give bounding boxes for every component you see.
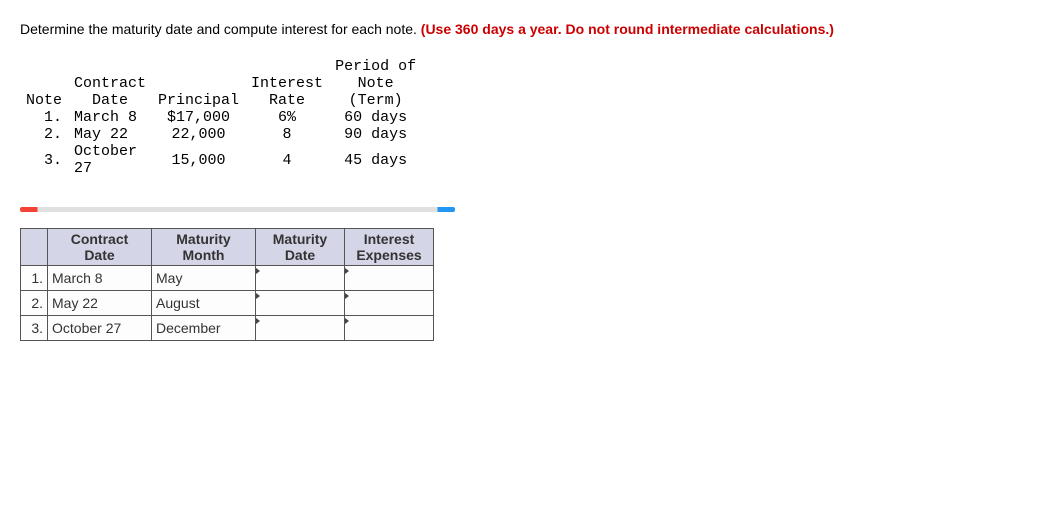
header-interest-rate: InterestRate: [245, 58, 329, 109]
answer-row: 1. March 8 May: [21, 266, 434, 291]
principal-cell: $17,000: [152, 109, 245, 126]
header-term: Period ofNote(Term): [329, 58, 422, 109]
contract-date-cell: October 27: [48, 316, 152, 341]
note-number: 3.: [20, 143, 68, 177]
interest-expense-input[interactable]: [345, 316, 434, 341]
given-data-table: Note ContractDate Principal InterestRate…: [20, 58, 422, 177]
rate-cell: 6%: [245, 109, 329, 126]
principal-cell: 15,000: [152, 143, 245, 177]
maturity-date-input[interactable]: [256, 266, 345, 291]
given-row: 3. October27 15,000 4 45 days: [20, 143, 422, 177]
maturity-month-cell[interactable]: December: [152, 316, 256, 341]
header-contract-date: ContractDate: [48, 229, 152, 266]
maturity-month-cell[interactable]: August: [152, 291, 256, 316]
instruction-hint: (Use 360 days a year. Do not round inter…: [421, 21, 834, 37]
contract-date-cell: May 22: [68, 126, 152, 143]
term-cell: 45 days: [329, 143, 422, 177]
contract-date-cell: October27: [68, 143, 152, 177]
header-maturity-month: MaturityMonth: [152, 229, 256, 266]
contract-date-cell: March 8: [68, 109, 152, 126]
rate-cell: 4: [245, 143, 329, 177]
row-number: 3.: [21, 316, 48, 341]
header-note: Note: [20, 58, 68, 109]
row-number: 1.: [21, 266, 48, 291]
note-number: 1.: [20, 109, 68, 126]
row-number: 2.: [21, 291, 48, 316]
instruction-main: Determine the maturity date and compute …: [20, 21, 421, 37]
maturity-month-cell[interactable]: May: [152, 266, 256, 291]
interest-expense-input[interactable]: [345, 266, 434, 291]
answer-row: 2. May 22 August: [21, 291, 434, 316]
term-cell: 90 days: [329, 126, 422, 143]
header-blank: [21, 229, 48, 266]
header-interest-expenses: InterestExpenses: [345, 229, 434, 266]
answer-input-table: ContractDate MaturityMonth MaturityDate …: [20, 228, 434, 341]
horizontal-scrollbar[interactable]: [20, 207, 455, 212]
given-row: 2. May 22 22,000 8 90 days: [20, 126, 422, 143]
instruction-text: Determine the maturity date and compute …: [20, 20, 1036, 38]
note-number: 2.: [20, 126, 68, 143]
header-maturity-date: MaturityDate: [256, 229, 345, 266]
interest-expense-input[interactable]: [345, 291, 434, 316]
principal-cell: 22,000: [152, 126, 245, 143]
maturity-date-input[interactable]: [256, 316, 345, 341]
given-row: 1. March 8 $17,000 6% 60 days: [20, 109, 422, 126]
term-cell: 60 days: [329, 109, 422, 126]
rate-cell: 8: [245, 126, 329, 143]
header-principal: Principal: [152, 58, 245, 109]
answer-row: 3. October 27 December: [21, 316, 434, 341]
header-contract-date: ContractDate: [68, 58, 152, 109]
maturity-date-input[interactable]: [256, 291, 345, 316]
contract-date-cell: March 8: [48, 266, 152, 291]
contract-date-cell: May 22: [48, 291, 152, 316]
